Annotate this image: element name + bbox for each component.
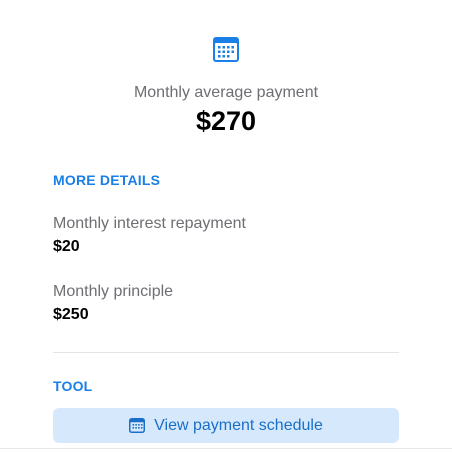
principle-value: $250 bbox=[53, 306, 89, 323]
monthly-average-value: $270 bbox=[195, 106, 257, 136]
tool-heading: TOOL bbox=[53, 378, 93, 394]
calendar-icon bbox=[213, 37, 239, 62]
calendar-icon bbox=[129, 418, 146, 433]
view-payment-schedule-button[interactable]: View payment schedule bbox=[53, 408, 399, 443]
payment-summary-card: Monthly average payment $270 MORE DETAIL… bbox=[0, 0, 452, 453]
principle-label: Monthly principle bbox=[53, 283, 174, 300]
interest-repayment-label: Monthly interest repayment bbox=[53, 215, 246, 232]
interest-repayment-value: $20 bbox=[53, 238, 80, 255]
bottom-edge bbox=[0, 448, 452, 453]
view-payment-schedule-label: View payment schedule bbox=[154, 416, 323, 434]
more-details-heading: MORE DETAILS bbox=[53, 172, 161, 188]
monthly-average-label: Monthly average payment bbox=[133, 84, 319, 101]
section-divider bbox=[53, 352, 399, 353]
